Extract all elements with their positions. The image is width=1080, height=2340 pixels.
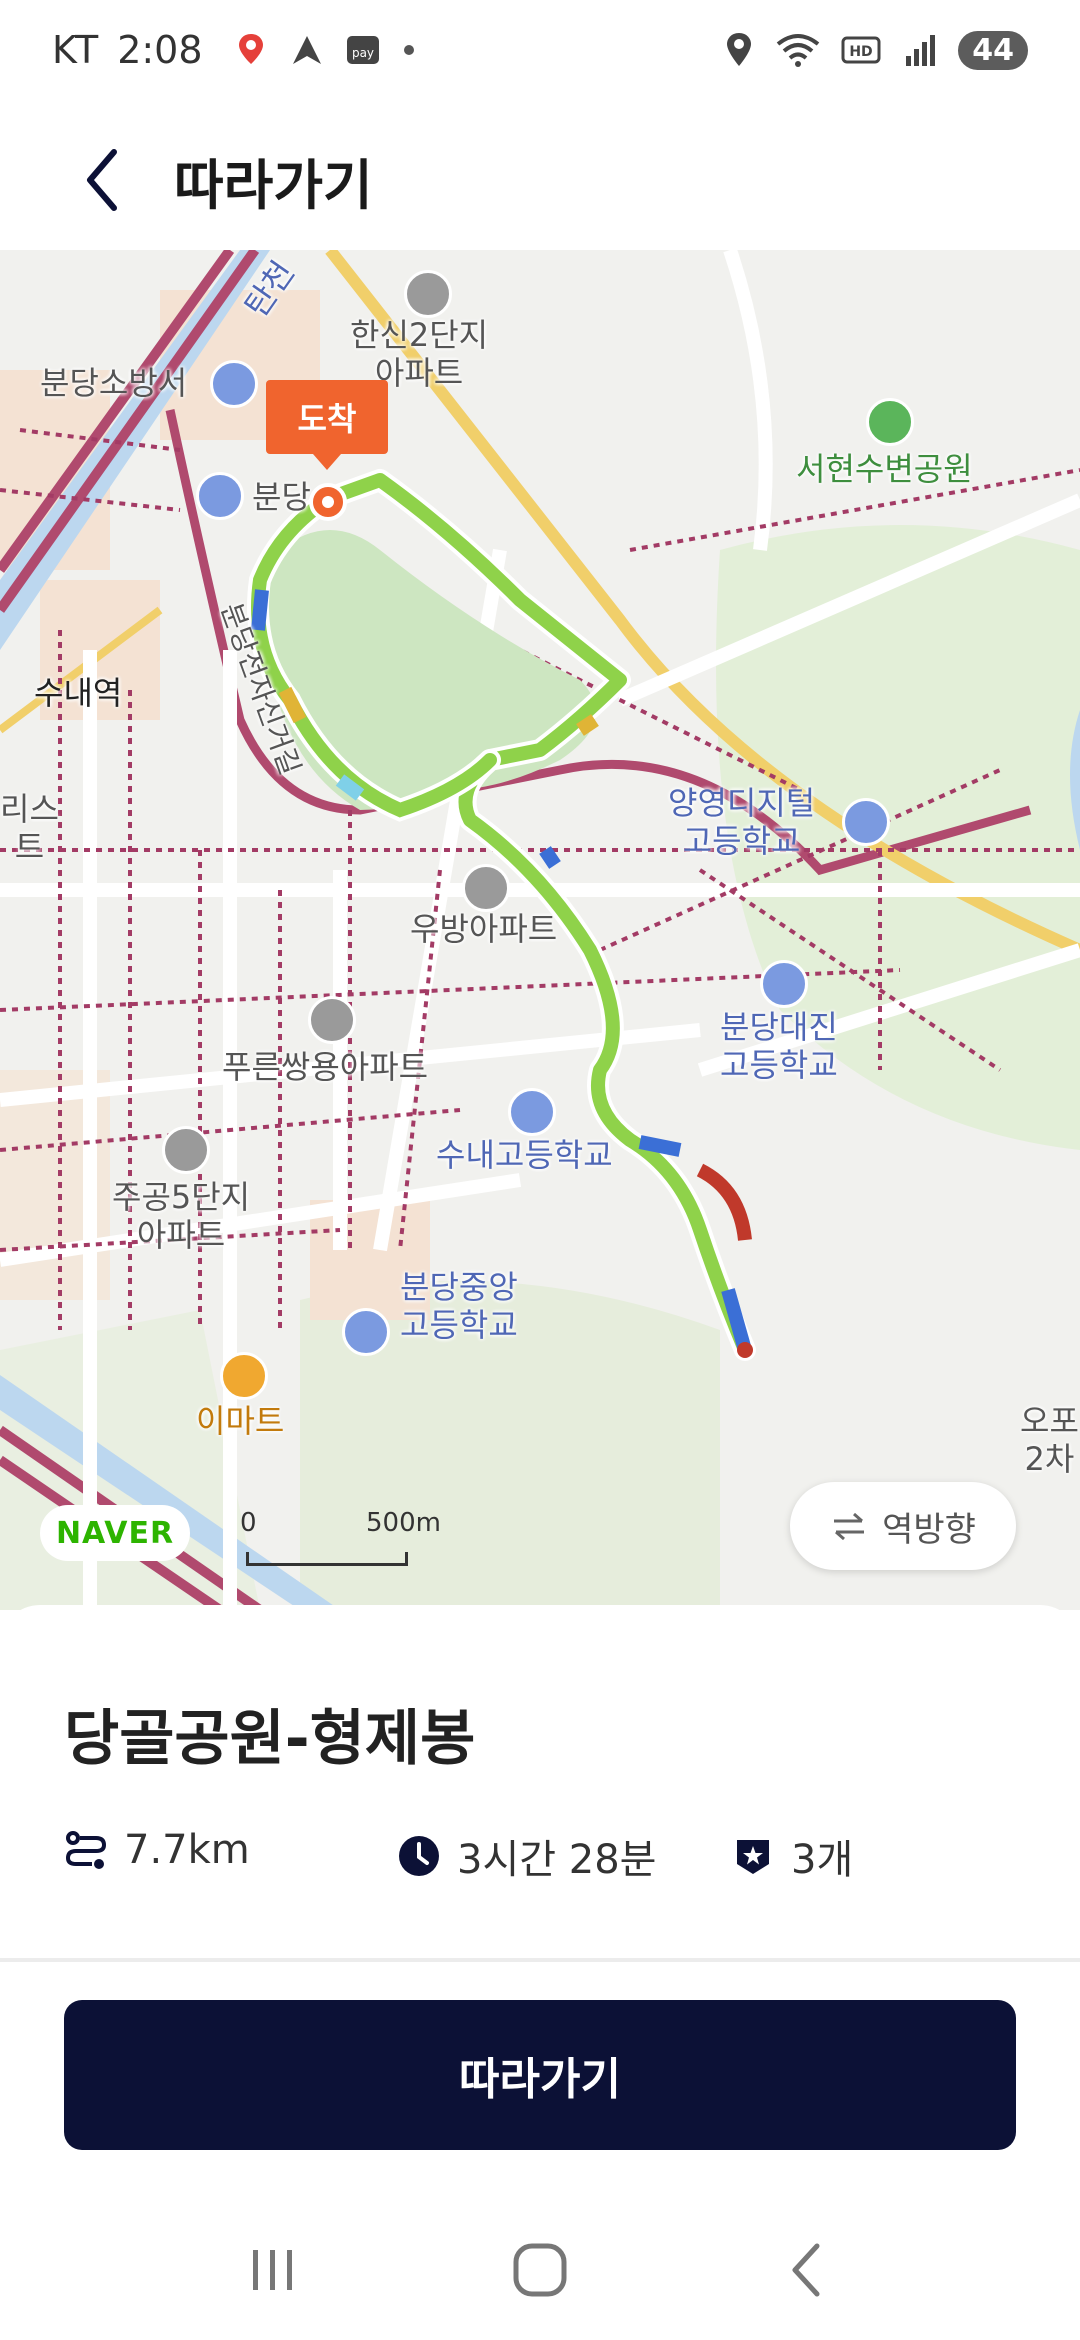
divider bbox=[0, 1958, 1080, 1962]
clock-icon bbox=[399, 1836, 439, 1876]
reverse-direction-label: 역방향 bbox=[882, 1509, 976, 1550]
distance-stat: 7.7km bbox=[64, 1827, 250, 1873]
distance-value: 7.7km bbox=[124, 1827, 250, 1873]
system-back-button[interactable] bbox=[747, 2220, 867, 2320]
wifi-icon bbox=[777, 34, 820, 67]
map-label-yangyeong: 양영디지털 고등학교 bbox=[668, 784, 816, 860]
system-nav-bar bbox=[0, 2200, 1080, 2340]
back-icon bbox=[792, 2243, 820, 2297]
map-label-seohyeon-park: 서현수변공원 bbox=[796, 450, 973, 488]
signal-icon bbox=[906, 35, 936, 66]
naver-logo[interactable]: NAVER bbox=[40, 1505, 190, 1561]
home-button[interactable] bbox=[480, 2220, 600, 2320]
map-label-sunae-high: 수내고등학교 bbox=[436, 1136, 613, 1174]
recent-apps-button[interactable] bbox=[213, 2220, 333, 2320]
park-icon bbox=[866, 398, 914, 446]
route-icon bbox=[65, 1831, 107, 1869]
dot-icon bbox=[403, 45, 414, 55]
course-stats: 7.7km 3시간 28분 3개 bbox=[64, 1827, 1024, 1887]
apartment-icon bbox=[162, 1126, 210, 1174]
battery-icon: 44 bbox=[958, 30, 1028, 70]
header: 따라가기 bbox=[0, 110, 1080, 250]
school-icon bbox=[508, 1088, 556, 1136]
map-label-jugong: 주공5단지 아파트 bbox=[112, 1178, 251, 1254]
map-label-bundang-daejin: 분당대진 고등학교 bbox=[720, 1008, 838, 1084]
svg-text:pay: pay bbox=[351, 46, 373, 60]
scale-zero: 0 bbox=[240, 1508, 257, 1538]
page-title: 따라가기 bbox=[174, 153, 373, 217]
chevron-left-icon bbox=[87, 149, 117, 211]
school-icon bbox=[760, 960, 808, 1008]
map-label-sunae-station: 수내역 bbox=[34, 674, 123, 712]
swap-arrows-icon bbox=[834, 1512, 865, 1541]
route-map[interactable]: 한신2단지 아파트 분당소방서 탄천 분당 서현수변공원 수내역 분당전자신거길… bbox=[0, 250, 1080, 1610]
clock: 2:08 bbox=[117, 28, 203, 72]
duration-value: 3시간 28분 bbox=[457, 1837, 657, 1883]
follow-button[interactable]: 따라가기 bbox=[64, 2000, 1016, 2150]
scale-bar bbox=[246, 1552, 408, 1566]
map-label-pureun: 푸른쌍용아파트 bbox=[222, 1048, 429, 1086]
apartment-icon bbox=[462, 864, 510, 912]
map-label-emart: 이마트 bbox=[196, 1402, 285, 1440]
home-icon bbox=[513, 2243, 567, 2297]
map-label-left-cut: 리스 트 bbox=[0, 790, 59, 866]
hd-icon: HD bbox=[841, 36, 881, 64]
map-label-bundang-jungang: 분당중앙 고등학교 bbox=[400, 1268, 518, 1344]
back-button[interactable] bbox=[72, 140, 132, 220]
course-info-sheet: 당골공원-형제봉 7.7km 3시간 28분 3개 bbox=[0, 1605, 1080, 1960]
apartment-icon bbox=[308, 996, 356, 1044]
notification-icons: pay bbox=[231, 30, 419, 70]
stamp-count: 3개 bbox=[791, 1837, 854, 1883]
status-right: HD 44 bbox=[722, 30, 1028, 70]
course-name: 당골공원-형제봉 bbox=[64, 1704, 476, 1774]
mart-icon bbox=[220, 1352, 268, 1400]
reverse-direction-button[interactable]: 역방향 bbox=[790, 1482, 1016, 1570]
status-bar: KT 2:08 pay HD 44 bbox=[0, 0, 1080, 100]
map-label-bundang-station: 분당 bbox=[252, 478, 311, 516]
navigation-icon bbox=[292, 36, 321, 64]
stamp-badge-icon bbox=[737, 1840, 769, 1874]
recent-apps-icon bbox=[253, 2250, 293, 2290]
scale-distance: 500m bbox=[366, 1508, 441, 1538]
carrier-label: KT bbox=[52, 28, 100, 72]
fire-station-icon bbox=[210, 360, 258, 408]
map-label-bundang-fire-station: 분당소방서 bbox=[40, 364, 188, 402]
subway-icon bbox=[196, 472, 244, 520]
status-left: KT 2:08 pay bbox=[52, 28, 419, 72]
apartment-icon bbox=[404, 270, 452, 318]
location-icon bbox=[727, 33, 752, 66]
map-label-right-cut: 오포 2차 bbox=[1020, 1402, 1079, 1478]
svg-text:HD: HD bbox=[850, 44, 873, 60]
pay-icon: pay bbox=[346, 36, 379, 64]
map-label-ubang: 우방아파트 bbox=[410, 910, 558, 948]
duration-stat: 3시간 28분 bbox=[397, 1827, 656, 1885]
school-icon bbox=[342, 1308, 390, 1356]
stamp-stat: 3개 bbox=[731, 1827, 853, 1885]
map-pin-icon bbox=[238, 34, 263, 64]
arrival-tag: 도착 bbox=[266, 380, 388, 470]
school-icon bbox=[842, 798, 890, 846]
